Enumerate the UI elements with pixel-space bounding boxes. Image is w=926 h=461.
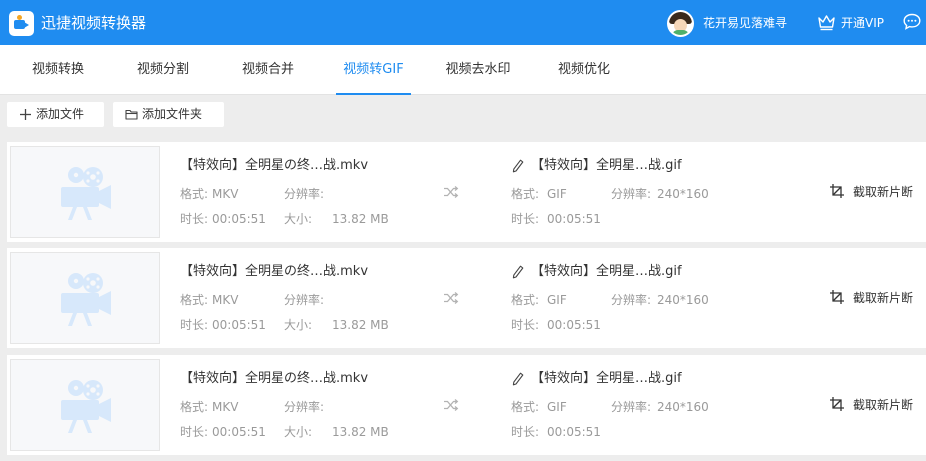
source-format-value: MKV xyxy=(212,293,239,307)
crown-icon xyxy=(818,15,835,31)
source-format-value: MKV xyxy=(212,400,239,414)
output-duration-label: 时长: xyxy=(511,212,540,226)
output-resolution-label: 分辨率: xyxy=(611,293,652,307)
video-camera-icon xyxy=(61,167,111,220)
add-folder-label: 添加文件夹 xyxy=(142,107,203,121)
video-thumbnail[interactable] xyxy=(10,146,160,238)
edit-name-icon[interactable] xyxy=(512,159,524,173)
source-size-value: 13.82 MB xyxy=(332,212,389,226)
output-resolution-label: 分辨率: xyxy=(611,400,652,414)
source-duration-value: 00:05:51 xyxy=(212,212,266,226)
crop-icon[interactable] xyxy=(829,396,845,412)
video-camera-icon xyxy=(61,273,111,326)
add-folder-button[interactable]: 添加文件夹 xyxy=(113,102,224,127)
title-bar: 迅捷视频转换器 花开易见落难寻 开通VIP xyxy=(0,0,926,45)
tab-video-merge[interactable]: 视频合并 xyxy=(234,45,302,95)
output-duration-value: 00:05:51 xyxy=(547,425,601,439)
output-format-value: GIF xyxy=(547,400,567,414)
source-duration-label: 时长: xyxy=(180,212,209,226)
file-row: 【特效向】全明星の终…战.mkv 格式: MKV 分辨率: 时长: 00:05:… xyxy=(7,355,926,455)
source-size-label: 大小: xyxy=(284,425,313,439)
output-file-name: 【特效向】全明星…战.gif xyxy=(531,158,682,173)
tab-video-optimize[interactable]: 视频优化 xyxy=(550,45,618,95)
tab-bar: 视频转换 视频分割 视频合并 视频转GIF 视频去水印 视频优化 xyxy=(0,45,926,95)
output-resolution-value: 240*160 xyxy=(657,187,709,201)
edit-name-icon[interactable] xyxy=(512,372,524,386)
source-duration-value: 00:05:51 xyxy=(212,425,266,439)
video-thumbnail[interactable] xyxy=(10,252,160,344)
tab-video-convert[interactable]: 视频转换 xyxy=(24,45,92,95)
video-camera-icon xyxy=(61,380,111,433)
output-duration-label: 时长: xyxy=(511,318,540,332)
source-file-name: 【特效向】全明星の终…战.mkv xyxy=(180,158,369,173)
tab-video-to-gif[interactable]: 视频转GIF xyxy=(336,45,411,95)
tab-video-split[interactable]: 视频分割 xyxy=(129,45,197,95)
app-title: 迅捷视频转换器 xyxy=(41,14,147,32)
shuffle-icon xyxy=(444,186,459,198)
shuffle-icon xyxy=(444,292,459,304)
edit-name-icon[interactable] xyxy=(512,265,524,279)
shuffle-icon xyxy=(444,399,459,411)
crop-new-segment-button[interactable]: 截取新片断 xyxy=(853,290,913,306)
add-file-button[interactable]: 添加文件 xyxy=(7,102,104,127)
source-resolution-label: 分辨率: xyxy=(284,400,325,414)
source-format-label: 格式: xyxy=(180,187,209,201)
source-duration-value: 00:05:51 xyxy=(212,318,266,332)
source-file-name: 【特效向】全明星の终…战.mkv xyxy=(180,264,369,279)
source-format-value: MKV xyxy=(212,187,239,201)
username[interactable]: 花开易见落难寻 xyxy=(703,15,787,32)
message-icon[interactable] xyxy=(903,13,921,30)
source-duration-label: 时长: xyxy=(180,425,209,439)
open-vip-label: 开通VIP xyxy=(841,16,884,30)
source-resolution-label: 分辨率: xyxy=(284,187,325,201)
output-file-name: 【特效向】全明星…战.gif xyxy=(531,264,682,279)
crop-icon[interactable] xyxy=(829,289,845,305)
source-size-value: 13.82 MB xyxy=(332,425,389,439)
output-resolution-value: 240*160 xyxy=(657,400,709,414)
folder-icon xyxy=(125,109,138,120)
output-duration-label: 时长: xyxy=(511,425,540,439)
file-row: 【特效向】全明星の终…战.mkv 格式: MKV 分辨率: 时长: 00:05:… xyxy=(7,142,926,242)
crop-icon[interactable] xyxy=(829,183,845,199)
output-format-label: 格式: xyxy=(511,187,540,201)
source-format-label: 格式: xyxy=(180,293,209,307)
source-size-value: 13.82 MB xyxy=(332,318,389,332)
output-format-value: GIF xyxy=(547,187,567,201)
output-format-label: 格式: xyxy=(511,400,540,414)
output-duration-value: 00:05:51 xyxy=(547,212,601,226)
video-thumbnail[interactable] xyxy=(10,359,160,451)
source-duration-label: 时长: xyxy=(180,318,209,332)
source-file-name: 【特效向】全明星の终…战.mkv xyxy=(180,371,369,386)
source-size-label: 大小: xyxy=(284,212,313,226)
crop-new-segment-button[interactable]: 截取新片断 xyxy=(853,184,913,200)
source-format-label: 格式: xyxy=(180,400,209,414)
crop-new-segment-button[interactable]: 截取新片断 xyxy=(853,397,913,413)
output-duration-value: 00:05:51 xyxy=(547,318,601,332)
output-format-value: GIF xyxy=(547,293,567,307)
tab-remove-watermark[interactable]: 视频去水印 xyxy=(438,45,518,95)
app-logo-icon xyxy=(9,11,34,36)
output-format-label: 格式: xyxy=(511,293,540,307)
user-avatar[interactable] xyxy=(667,10,694,37)
file-row: 【特效向】全明星の终…战.mkv 格式: MKV 分辨率: 时长: 00:05:… xyxy=(7,248,926,348)
plus-icon xyxy=(20,109,31,120)
source-resolution-label: 分辨率: xyxy=(284,293,325,307)
add-file-label: 添加文件 xyxy=(36,107,85,121)
output-resolution-label: 分辨率: xyxy=(611,187,652,201)
output-file-name: 【特效向】全明星…战.gif xyxy=(531,371,682,386)
source-size-label: 大小: xyxy=(284,318,313,332)
output-resolution-value: 240*160 xyxy=(657,293,709,307)
